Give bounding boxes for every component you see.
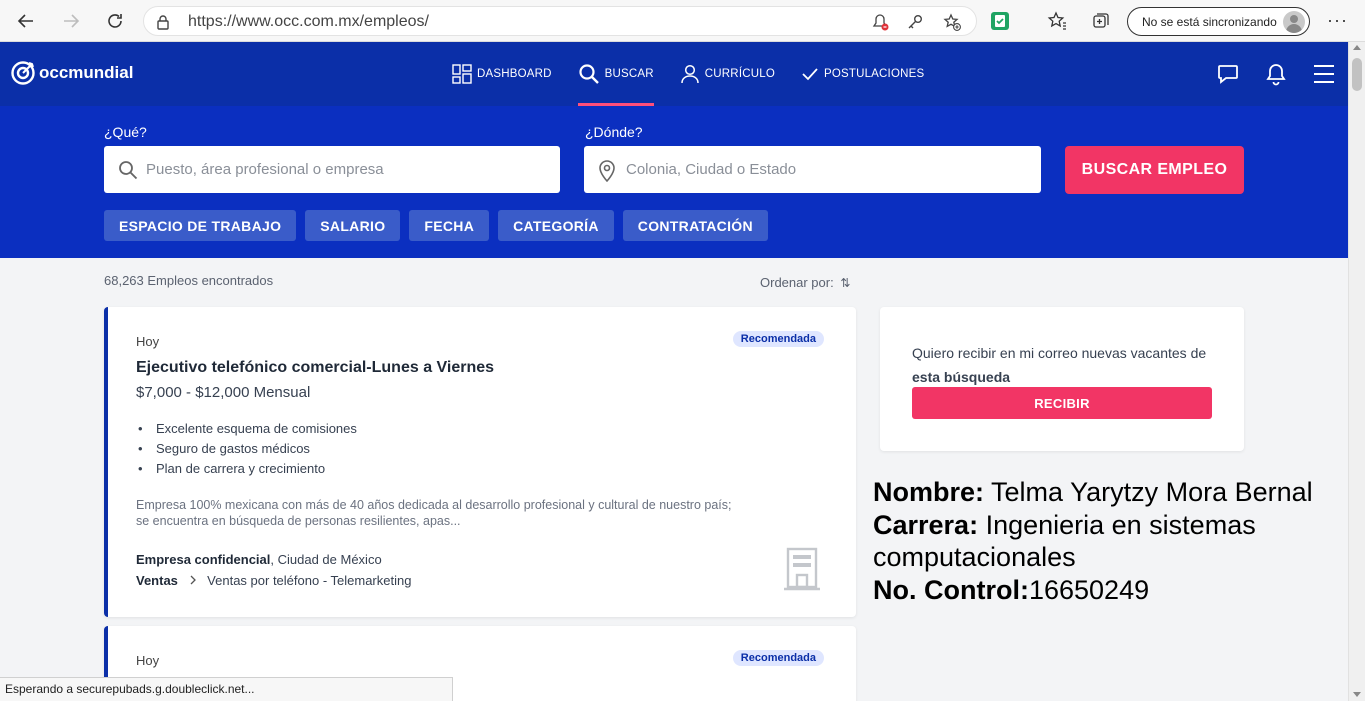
- menu-postulaciones-label: POSTULACIONES: [823, 68, 925, 80]
- logo-target-icon: [11, 61, 35, 85]
- filter-fecha[interactable]: FECHA: [409, 210, 490, 241]
- main-menu: DASHBOARD BUSCAR CURRÍCULO POSTULACIONES: [452, 42, 950, 106]
- recommended-badge: Recomendada: [732, 331, 824, 347]
- back-button[interactable]: [13, 8, 39, 34]
- name-label: Nombre:: [873, 477, 985, 507]
- back-arrow-icon: [17, 14, 33, 28]
- filter-espacio-de-trabajo[interactable]: ESPACIO DE TRABAJO: [104, 210, 297, 241]
- menu-dashboard-label: DASHBOARD: [477, 68, 552, 80]
- browser-toolbar: https://www.occ.com.mx/empleos/ No se es…: [0, 0, 1365, 42]
- menu-buscar[interactable]: BUSCAR: [577, 42, 654, 106]
- job-alert-text: Quiero recibir en mi correo nuevas vacan…: [912, 341, 1222, 389]
- building-icon: [784, 547, 820, 591]
- benefit-item: Seguro de gastos médicos: [136, 441, 357, 461]
- forward-button[interactable]: [58, 8, 84, 34]
- menu-postulaciones[interactable]: POSTULACIONES: [801, 42, 924, 106]
- profile-avatar-icon: [1283, 11, 1305, 33]
- collections-icon[interactable]: [1091, 11, 1111, 31]
- chevron-right-icon: [190, 575, 196, 585]
- chat-icon[interactable]: [1216, 62, 1240, 86]
- control-label: No. Control:: [873, 574, 1029, 605]
- lock-icon[interactable]: [156, 14, 170, 30]
- url-text[interactable]: https://www.occ.com.mx/empleos/: [188, 13, 429, 31]
- forward-arrow-icon: [64, 14, 80, 28]
- where-placeholder: Colonia, Ciudad o Estado: [626, 161, 797, 178]
- search-jobs-button[interactable]: BUSCAR EMPLEO: [1065, 146, 1244, 194]
- scroll-down-arrow-icon[interactable]: [1353, 692, 1361, 697]
- job-location: , Ciudad de México: [270, 552, 382, 567]
- bell-icon[interactable]: [1264, 62, 1288, 86]
- receive-alerts-button[interactable]: RECIBIR: [912, 387, 1212, 419]
- results-count: 68,263 Empleos encontrados: [104, 273, 274, 288]
- student-control-line: No. Control:16650249: [873, 574, 1343, 607]
- job-title[interactable]: Ejecutivo telefónico comercial-Lunes a V…: [136, 359, 494, 377]
- key-icon[interactable]: [906, 13, 924, 31]
- student-career-line: Carrera: Ingenieria en sistemas computac…: [873, 509, 1343, 574]
- site-header: occmundial DASHBOARD BUSCAR CURRÍCULO PO…: [0, 42, 1348, 106]
- benefit-item: Plan de carrera y crecimiento: [136, 461, 357, 481]
- menu-buscar-label: BUSCAR: [604, 68, 654, 80]
- posted-date: Hoy: [136, 653, 160, 668]
- search-icon: [579, 64, 599, 84]
- job-category: Ventas: [136, 573, 178, 588]
- sync-status-label: No se está sincronizando: [1142, 15, 1277, 29]
- job-description: Empresa 100% mexicana con más de 40 años…: [136, 498, 732, 528]
- menu-curriculo[interactable]: CURRÍCULO: [680, 42, 775, 106]
- student-name: Telma Yarytzy Mora Bernal: [984, 477, 1313, 507]
- hamburger-menu-icon[interactable]: [1312, 62, 1336, 86]
- where-input[interactable]: Colonia, Ciudad o Estado: [584, 146, 1041, 193]
- tracking-blocked-icon[interactable]: [871, 13, 889, 31]
- page-scrollbar[interactable]: [1348, 42, 1365, 701]
- job-salary: $7,000 - $12,000 Mensual: [136, 384, 311, 401]
- student-info-overlay: Nombre: Telma Yarytzy Mora Bernal Carrer…: [873, 476, 1343, 606]
- career-label: Carrera:: [873, 509, 979, 540]
- scroll-up-arrow-icon[interactable]: [1353, 45, 1361, 50]
- company-name[interactable]: Empresa confidencial: [136, 552, 270, 567]
- filter-categoria[interactable]: CATEGORÍA: [498, 210, 614, 241]
- sort-label: Ordenar por:: [760, 275, 834, 290]
- benefit-item: Excelente esquema de comisiones: [136, 421, 357, 441]
- job-card[interactable]: Hoy Recomendada Ejecutivo telefónico com…: [104, 307, 856, 617]
- benefits-list: Excelente esquema de comisiones Seguro d…: [136, 421, 357, 481]
- filter-contratacion[interactable]: CONTRATACIÓN: [622, 210, 768, 241]
- user-icon: [681, 64, 699, 84]
- category-line: Ventas Ventas por teléfono - Telemarketi…: [136, 573, 411, 588]
- profile-sync-button[interactable]: No se está sincronizando: [1127, 7, 1310, 36]
- recommended-badge: Recomendada: [732, 650, 824, 666]
- location-pin-icon: [599, 160, 615, 182]
- menu-curriculo-label: CURRÍCULO: [704, 68, 775, 80]
- sort-arrows-icon: ⇅: [840, 276, 851, 290]
- filter-salario[interactable]: SALARIO: [305, 210, 401, 241]
- company-line: Empresa confidencial, Ciudad de México: [136, 552, 382, 567]
- search-panel: ¿Qué? Puesto, área profesional o empresa…: [0, 106, 1348, 258]
- what-label: ¿Qué?: [104, 124, 147, 140]
- what-placeholder: Puesto, área profesional o empresa: [146, 161, 384, 178]
- favorites-icon[interactable]: [1047, 11, 1067, 31]
- menu-dashboard[interactable]: DASHBOARD: [452, 42, 552, 106]
- search-icon: [119, 161, 138, 180]
- student-name-line: Nombre: Telma Yarytzy Mora Bernal: [873, 476, 1343, 509]
- where-label: ¿Dónde?: [585, 124, 643, 140]
- logo-text: occmundial: [39, 63, 134, 82]
- occmundial-logo[interactable]: occmundial: [10, 60, 133, 86]
- browser-status-bar: Esperando a securepubads.g.doubleclick.n…: [0, 677, 453, 701]
- sort-control[interactable]: Ordenar por: ⇅: [760, 275, 850, 290]
- student-control: 16650249: [1028, 574, 1150, 605]
- job-subcategory: Ventas por teléfono - Telemarketing: [207, 573, 412, 588]
- alert-text-prefix: Quiero recibir en mi correo nuevas vacan…: [912, 345, 1207, 361]
- check-icon: [802, 68, 818, 81]
- filter-bar: ESPACIO DE TRABAJO SALARIO FECHA CATEGOR…: [104, 210, 777, 241]
- job-alert-box: Quiero recibir en mi correo nuevas vacan…: [880, 307, 1244, 451]
- alert-text-bold: esta búsqueda: [912, 369, 1011, 385]
- what-input[interactable]: Puesto, área profesional o empresa: [104, 146, 560, 193]
- scroll-thumb[interactable]: [1352, 58, 1362, 91]
- settings-more-button[interactable]: ···: [1327, 10, 1348, 31]
- address-bar[interactable]: https://www.occ.com.mx/empleos/: [143, 6, 977, 36]
- add-favorite-icon[interactable]: [943, 13, 961, 31]
- dashboard-icon: [452, 64, 472, 84]
- refresh-icon: [108, 14, 122, 28]
- refresh-button[interactable]: [102, 8, 128, 34]
- posted-date: Hoy: [136, 334, 160, 349]
- extension-icon[interactable]: [990, 11, 1010, 31]
